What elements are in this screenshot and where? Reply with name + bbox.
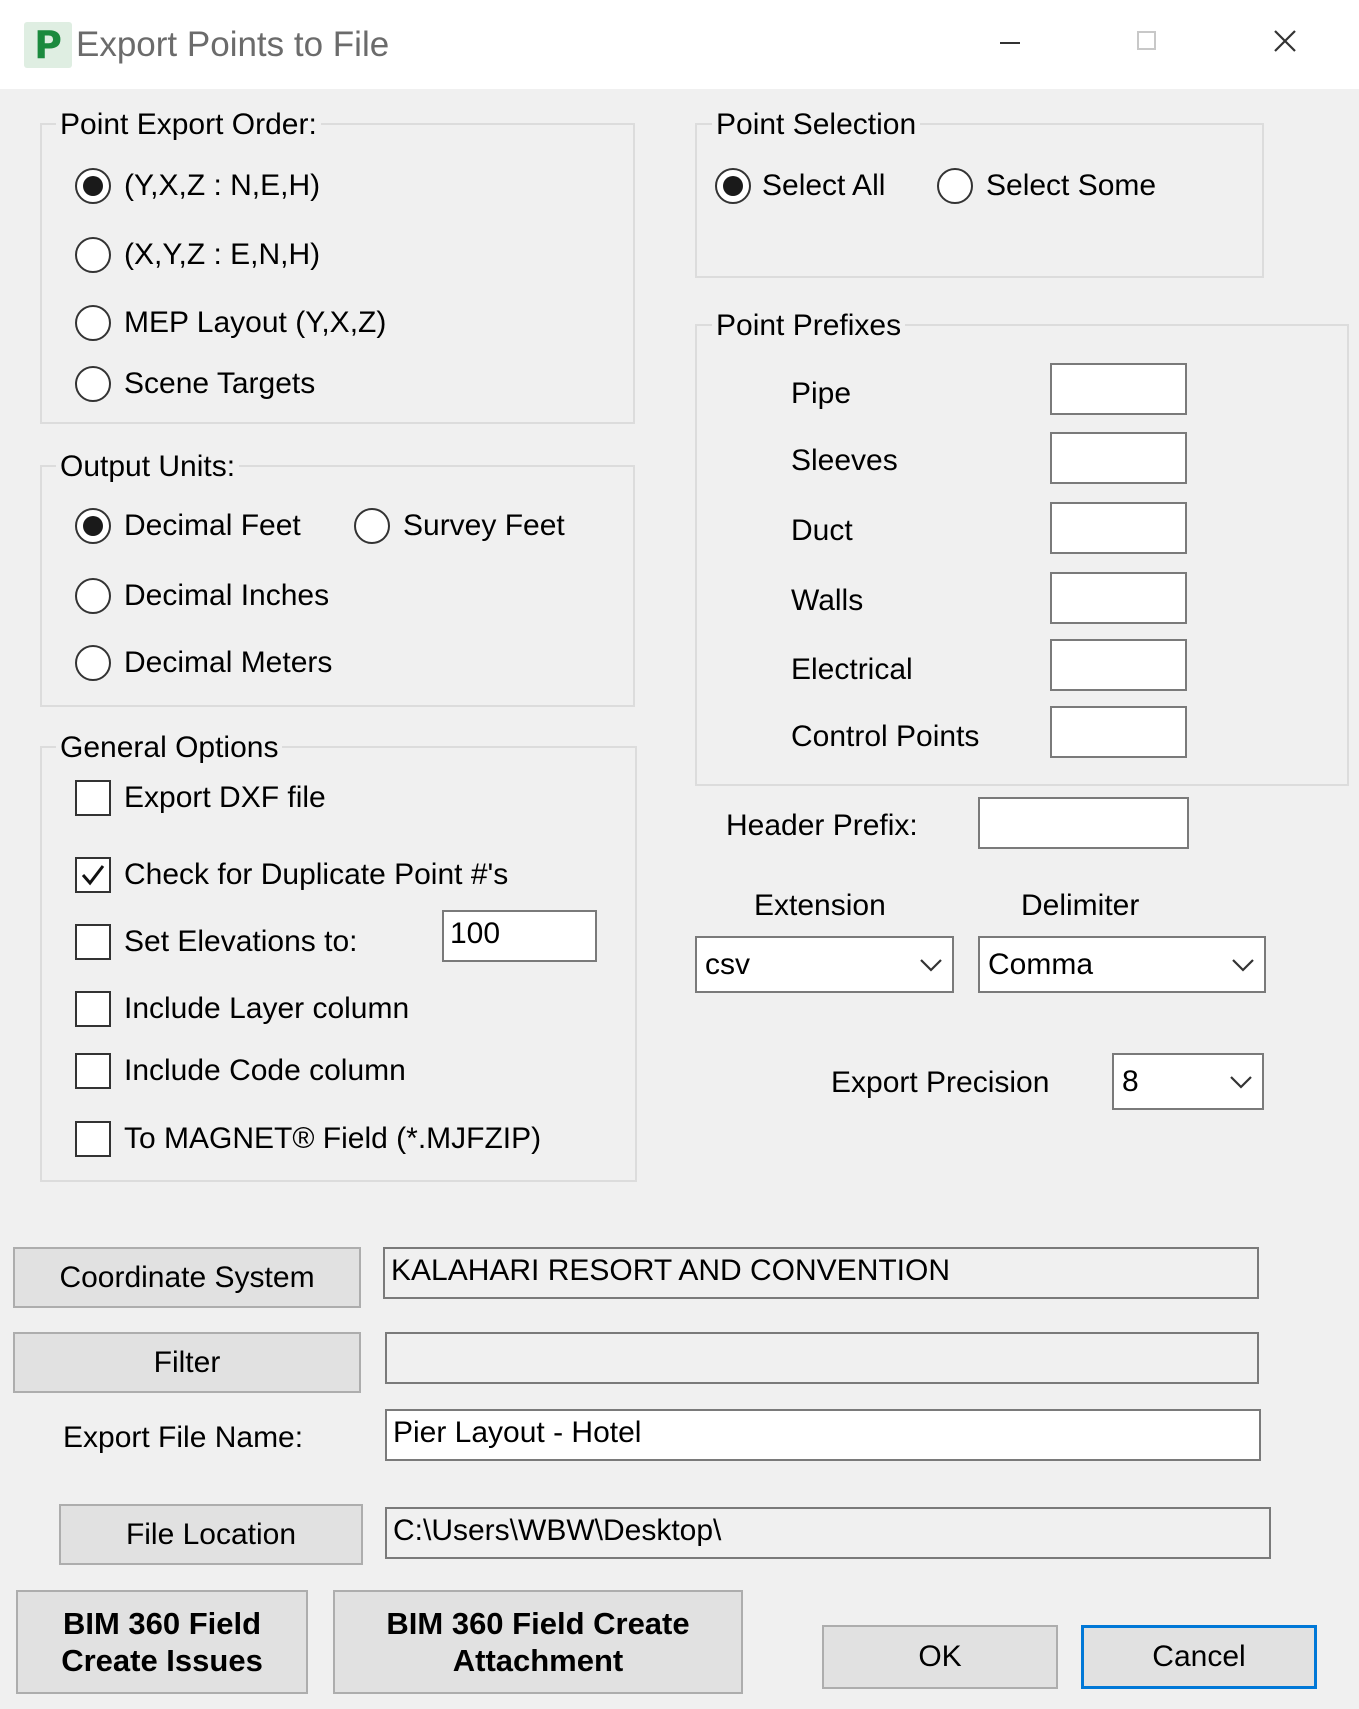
checkmark-icon bbox=[81, 865, 105, 886]
radio-decimal-feet-label: Decimal Feet bbox=[124, 509, 301, 542]
radio-xyz-enh[interactable] bbox=[75, 237, 111, 273]
include-layer-label: Include Layer column bbox=[124, 992, 410, 1025]
radio-survey-feet[interactable] bbox=[354, 508, 390, 544]
file-location-field: C:\Users\WBW\Desktop\ bbox=[385, 1507, 1271, 1559]
to-magnet-checkbox[interactable] bbox=[75, 1121, 111, 1157]
chevron-down-icon bbox=[1232, 958, 1254, 972]
filter-field bbox=[385, 1332, 1259, 1384]
prefix-input-duct[interactable] bbox=[1050, 502, 1187, 554]
prefix-input-control-points[interactable] bbox=[1050, 706, 1187, 758]
general-options-legend: General Options bbox=[56, 730, 283, 766]
include-layer-checkbox[interactable] bbox=[75, 991, 111, 1027]
header-prefix-input[interactable] bbox=[978, 797, 1189, 849]
export-dxf-checkbox[interactable] bbox=[75, 780, 111, 816]
delimiter-value: Comma bbox=[988, 947, 1094, 981]
export-precision-label: Export Precision bbox=[831, 1066, 1050, 1099]
prefix-input-walls[interactable] bbox=[1050, 572, 1187, 624]
bim360-create-attachment-line2: Attachment bbox=[452, 1643, 624, 1678]
export-file-name-input[interactable]: Pier Layout - Hotel bbox=[385, 1409, 1261, 1461]
prefix-label-pipe: Pipe bbox=[791, 377, 852, 410]
set-elevations-label: Set Elevations to: bbox=[124, 925, 358, 958]
close-button[interactable] bbox=[1253, 12, 1317, 70]
app-icon: P bbox=[24, 22, 72, 68]
radio-decimal-inches[interactable] bbox=[75, 578, 111, 614]
ok-button[interactable]: OK bbox=[822, 1625, 1058, 1689]
include-code-label: Include Code column bbox=[124, 1054, 406, 1087]
radio-scene-targets-label: Scene Targets bbox=[124, 367, 316, 400]
radio-mep-layout-label: MEP Layout (Y,X,Z) bbox=[124, 306, 387, 339]
prefix-label-electrical: Electrical bbox=[791, 653, 913, 686]
prefix-input-electrical[interactable] bbox=[1050, 639, 1187, 691]
elevation-input[interactable]: 100 bbox=[442, 910, 597, 962]
output-units-legend: Output Units: bbox=[56, 449, 240, 485]
extension-select[interactable]: csv bbox=[695, 936, 954, 993]
close-icon bbox=[1274, 30, 1296, 52]
bim360-create-issues-line2: Create Issues bbox=[61, 1643, 263, 1678]
prefix-label-sleeves: Sleeves bbox=[791, 444, 898, 477]
delimiter-select[interactable]: Comma bbox=[978, 936, 1266, 993]
radio-select-all[interactable] bbox=[715, 168, 751, 204]
export-file-name-label: Export File Name: bbox=[63, 1421, 304, 1454]
check-duplicates-checkbox[interactable] bbox=[75, 857, 111, 893]
maximize-button[interactable] bbox=[1115, 12, 1179, 70]
include-code-checkbox[interactable] bbox=[75, 1053, 111, 1089]
radio-yxz-neh[interactable] bbox=[75, 168, 111, 204]
minimize-icon bbox=[1000, 42, 1020, 44]
bim360-create-issues-button[interactable]: BIM 360 Field Create Issues bbox=[16, 1590, 308, 1694]
radio-yxz-neh-label: (Y,X,Z : N,E,H) bbox=[124, 169, 321, 202]
coordinate-system-field: KALAHARI RESORT AND CONVENTION bbox=[383, 1247, 1259, 1299]
radio-select-some-label: Select Some bbox=[986, 169, 1157, 202]
radio-selected-icon bbox=[723, 176, 743, 196]
radio-selected-icon bbox=[83, 176, 103, 196]
point-prefixes-legend: Point Prefixes bbox=[712, 308, 906, 344]
bim360-create-attachment-line1: BIM 360 Field Create bbox=[386, 1606, 690, 1641]
check-duplicates-label: Check for Duplicate Point #'s bbox=[124, 858, 509, 891]
export-dxf-label: Export DXF file bbox=[124, 781, 326, 814]
radio-select-all-label: Select All bbox=[762, 169, 886, 202]
radio-decimal-feet[interactable] bbox=[75, 508, 111, 544]
prefix-label-walls: Walls bbox=[791, 584, 864, 617]
header-prefix-label: Header Prefix: bbox=[726, 809, 918, 842]
prefix-input-sleeves[interactable] bbox=[1050, 432, 1187, 484]
to-magnet-label: To MAGNET® Field (*.MJFZIP) bbox=[124, 1122, 542, 1155]
bim360-create-issues-line1: BIM 360 Field bbox=[62, 1606, 262, 1641]
radio-select-some[interactable] bbox=[937, 168, 973, 204]
bim360-create-attachment-button[interactable]: BIM 360 Field Create Attachment bbox=[333, 1590, 743, 1694]
export-precision-value: 8 bbox=[1122, 1064, 1139, 1098]
prefix-label-duct: Duct bbox=[791, 514, 853, 547]
minimize-button[interactable] bbox=[978, 12, 1042, 70]
radio-selected-icon bbox=[83, 516, 103, 536]
prefix-input-pipe[interactable] bbox=[1050, 363, 1187, 415]
filter-button[interactable]: Filter bbox=[13, 1332, 361, 1393]
point-export-order-legend: Point Export Order: bbox=[56, 107, 321, 143]
file-location-button[interactable]: File Location bbox=[59, 1504, 363, 1565]
cancel-button[interactable]: Cancel bbox=[1081, 1625, 1317, 1689]
chevron-down-icon bbox=[1230, 1075, 1252, 1089]
maximize-icon bbox=[1137, 31, 1156, 50]
delimiter-label: Delimiter bbox=[1021, 889, 1140, 922]
prefix-label-control-points: Control Points bbox=[791, 720, 980, 753]
radio-scene-targets[interactable] bbox=[75, 366, 111, 402]
extension-label: Extension bbox=[754, 889, 886, 922]
radio-mep-layout[interactable] bbox=[75, 305, 111, 341]
coordinate-system-button[interactable]: Coordinate System bbox=[13, 1247, 361, 1308]
extension-value: csv bbox=[705, 947, 750, 981]
radio-decimal-meters[interactable] bbox=[75, 645, 111, 681]
point-selection-legend: Point Selection bbox=[712, 107, 921, 143]
radio-survey-feet-label: Survey Feet bbox=[403, 509, 565, 542]
radio-decimal-inches-label: Decimal Inches bbox=[124, 579, 330, 612]
window-title: Export Points to File bbox=[76, 25, 390, 64]
chevron-down-icon bbox=[920, 958, 942, 972]
set-elevations-checkbox[interactable] bbox=[75, 924, 111, 960]
radio-xyz-enh-label: (X,Y,Z : E,N,H) bbox=[124, 238, 321, 271]
radio-decimal-meters-label: Decimal Meters bbox=[124, 646, 333, 679]
export-precision-select[interactable]: 8 bbox=[1112, 1053, 1264, 1110]
